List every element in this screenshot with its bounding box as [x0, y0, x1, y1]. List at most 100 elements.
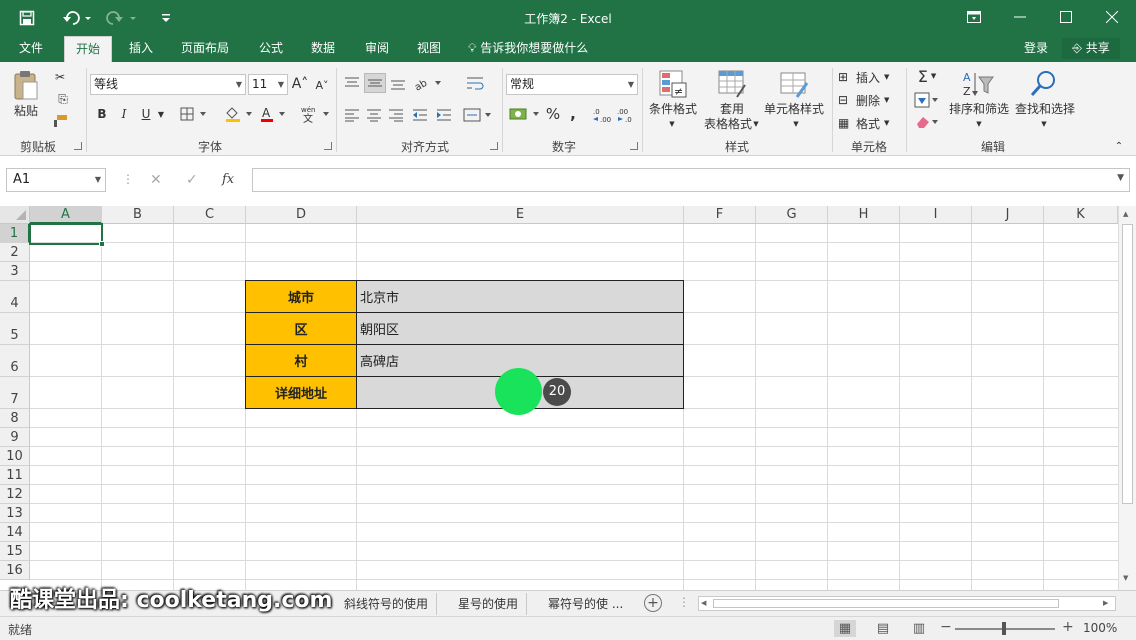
cell-e5[interactable]: 朝阳区: [356, 312, 684, 345]
fill-color-icon[interactable]: [222, 105, 256, 123]
format-as-table-icon[interactable]: [716, 68, 748, 100]
cell-styles-dropdown-icon[interactable]: ▼: [790, 119, 802, 129]
sort-filter-dropdown-icon[interactable]: ▼: [973, 119, 985, 129]
shrink-font-icon[interactable]: A˅: [314, 77, 330, 93]
page-layout-view-icon[interactable]: ▤: [872, 620, 894, 637]
scroll-up-icon[interactable]: ▲: [1123, 210, 1128, 218]
decrease-indent-icon[interactable]: [410, 106, 430, 124]
cancel-icon[interactable]: ✕: [150, 172, 162, 188]
zoom-in-icon[interactable]: +: [1062, 619, 1074, 635]
column-header-i[interactable]: I: [900, 206, 972, 224]
cell-e4[interactable]: 北京市: [356, 280, 684, 313]
row-header-10[interactable]: 10: [0, 447, 30, 466]
cell-styles-icon[interactable]: [778, 68, 810, 100]
row-header-6[interactable]: 6: [0, 345, 30, 377]
column-header-a[interactable]: A: [30, 206, 102, 224]
cell-styles-label[interactable]: 单元格样式: [762, 102, 826, 117]
name-box[interactable]: A1 ▼: [6, 168, 106, 192]
font-name-select[interactable]: 等线 ▼: [90, 74, 246, 95]
grow-font-icon[interactable]: A˄: [292, 75, 309, 93]
fill-icon[interactable]: [912, 90, 942, 110]
vertical-scroll-thumb[interactable]: [1122, 224, 1133, 504]
orientation-icon[interactable]: ab: [412, 74, 444, 92]
italic-button[interactable]: I: [116, 105, 132, 123]
row-header-16[interactable]: 16: [0, 561, 30, 580]
maximize-icon[interactable]: [1054, 6, 1078, 28]
horizontal-scrollbar[interactable]: ◀ ▶: [698, 596, 1116, 611]
row-header-5[interactable]: 5: [0, 313, 30, 345]
column-header-f[interactable]: F: [684, 206, 756, 224]
top-align-icon[interactable]: [342, 74, 362, 92]
comma-style-icon[interactable]: ,: [566, 105, 580, 123]
cell-d6[interactable]: 村: [245, 344, 357, 377]
paste-label[interactable]: 粘贴: [10, 104, 42, 119]
row-header-11[interactable]: 11: [0, 466, 30, 485]
increase-decimal-icon[interactable]: .0.00: [592, 105, 614, 125]
insert-function-icon[interactable]: fx: [222, 172, 234, 187]
align-center-icon[interactable]: [364, 106, 384, 124]
increase-indent-icon[interactable]: [434, 106, 454, 124]
formula-input[interactable]: ▼: [252, 168, 1130, 192]
conditional-formatting-icon[interactable]: ≠: [656, 68, 690, 100]
font-launcher-icon[interactable]: [324, 142, 332, 150]
active-cell-a1[interactable]: [29, 223, 105, 247]
minimize-icon[interactable]: [1008, 6, 1032, 28]
clear-icon[interactable]: [912, 112, 942, 132]
cell-d7[interactable]: 详细地址: [245, 376, 357, 409]
column-header-k[interactable]: K: [1044, 206, 1118, 224]
find-select-icon[interactable]: [1026, 68, 1060, 100]
page-break-view-icon[interactable]: ▥: [908, 620, 930, 637]
font-color-icon[interactable]: A: [258, 105, 290, 123]
sign-in-link[interactable]: 登录: [1024, 36, 1048, 60]
clipboard-launcher-icon[interactable]: [74, 142, 82, 150]
number-format-select[interactable]: 常规 ▼: [506, 74, 638, 95]
row-header-2[interactable]: 2: [0, 243, 30, 262]
sort-filter-icon[interactable]: AZ: [960, 68, 996, 100]
format-cells-button[interactable]: ▦ 格式 ▼: [838, 114, 900, 132]
row-header-8[interactable]: 8: [0, 409, 30, 428]
number-launcher-icon[interactable]: [630, 142, 638, 150]
tab-data[interactable]: 数据: [300, 36, 346, 62]
underline-button[interactable]: U: [138, 105, 154, 123]
paste-icon[interactable]: [10, 68, 42, 102]
row-header-3[interactable]: 3: [0, 262, 30, 281]
row-header-9[interactable]: 9: [0, 428, 30, 447]
row-header-7[interactable]: 7: [0, 377, 30, 409]
tell-me-box[interactable]: 💡︎ 告诉我你想要做什么: [468, 36, 588, 62]
autosum-icon[interactable]: Σ ▼: [912, 66, 942, 86]
copy-icon[interactable]: ⎘: [50, 90, 76, 108]
row-header-4[interactable]: 4: [0, 281, 30, 313]
bottom-align-icon[interactable]: [388, 74, 408, 92]
format-as-table-label-1[interactable]: 套用: [704, 102, 760, 117]
close-icon[interactable]: [1100, 6, 1124, 28]
align-right-icon[interactable]: [386, 106, 406, 124]
underline-dropdown-icon[interactable]: ▼: [156, 105, 166, 123]
delete-cells-button[interactable]: ⊟ 删除 ▼: [838, 91, 900, 109]
zoom-out-icon[interactable]: −: [940, 619, 952, 635]
row-header-15[interactable]: 15: [0, 542, 30, 561]
merge-center-icon[interactable]: [462, 106, 494, 124]
normal-view-icon[interactable]: ▦: [834, 620, 856, 637]
sheet-tab-2[interactable]: 星号的使用: [450, 593, 528, 615]
column-header-e[interactable]: E: [357, 206, 684, 224]
tab-review[interactable]: 审阅: [354, 36, 400, 62]
vertical-scrollbar[interactable]: ▲ ▼: [1118, 206, 1136, 590]
decrease-decimal-icon[interactable]: .00.0: [616, 105, 638, 125]
percent-button[interactable]: %: [544, 105, 562, 123]
insert-cells-button[interactable]: ⊞ 插入 ▼: [838, 68, 900, 86]
row-header-13[interactable]: 13: [0, 504, 30, 523]
format-as-table-label-2[interactable]: 表格格式: [698, 117, 758, 132]
align-left-icon[interactable]: [342, 106, 362, 124]
middle-align-icon[interactable]: [364, 73, 386, 93]
horizontal-scroll-thumb[interactable]: [713, 599, 1059, 608]
borders-icon[interactable]: [178, 105, 212, 123]
tab-insert[interactable]: 插入: [118, 36, 164, 62]
accounting-format-icon[interactable]: [508, 105, 542, 123]
cell-d5[interactable]: 区: [245, 312, 357, 345]
sheet-tab-3[interactable]: 幂符号的使 ...: [540, 593, 631, 615]
column-header-d[interactable]: D: [246, 206, 357, 224]
scroll-right-icon[interactable]: ▶: [1103, 597, 1108, 610]
cut-icon[interactable]: ✂: [50, 68, 70, 86]
sort-filter-label[interactable]: 排序和筛选: [944, 102, 1014, 117]
tab-home[interactable]: 开始: [64, 36, 113, 62]
